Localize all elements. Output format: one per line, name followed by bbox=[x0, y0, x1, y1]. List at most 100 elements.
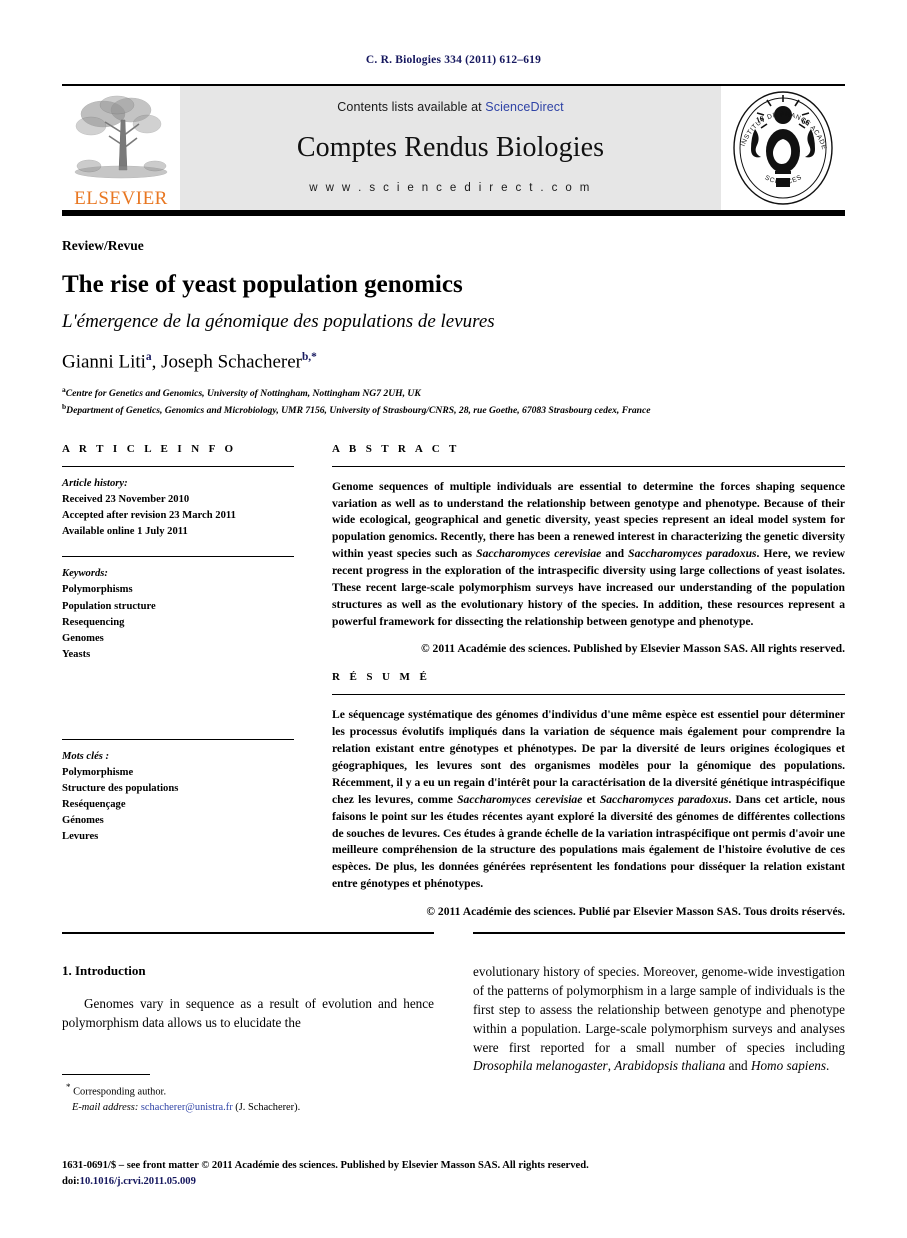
abstract-copyright: © 2011 Académie des sciences. Published … bbox=[420, 642, 845, 656]
resume-part-2: . Dans cet article, nous faisons le poin… bbox=[332, 792, 845, 891]
abstract-species-1: Saccharomyces cerevisiae bbox=[476, 547, 602, 561]
mot-cle-item: Génomes bbox=[62, 815, 104, 827]
keyword-item: Yeasts bbox=[62, 648, 91, 660]
resume-text: Le séquencage systématique des génomes d… bbox=[332, 707, 845, 893]
keyword-item: Population structure bbox=[62, 600, 156, 612]
right-species-3: Homo sapiens bbox=[750, 1058, 827, 1074]
info-abstract-area: A R T I C L E I N F O Article history: R… bbox=[62, 443, 845, 918]
masthead-body: ELSEVIER Contents lists available at Sci… bbox=[62, 86, 845, 210]
elsevier-logo: ELSEVIER bbox=[62, 86, 180, 210]
doi-prefix: doi: bbox=[62, 1176, 80, 1188]
abstract-column: A B S T R A C T Genome sequences of mult… bbox=[320, 443, 845, 918]
journal-title: Comptes Rendus Biologies bbox=[296, 132, 605, 163]
contents-panel: Contents lists available at ScienceDirec… bbox=[180, 86, 721, 210]
footnote-rule bbox=[62, 1074, 150, 1075]
abstract-species-2: Saccharomyces paradoxus bbox=[628, 547, 757, 561]
author-2-affiliation-marker: b,* bbox=[301, 351, 317, 364]
keyword-item: Genomes bbox=[62, 632, 104, 644]
affiliation-b-text: Department of Genetics, Genomics and Mic… bbox=[66, 404, 651, 416]
keywords-title: Keywords: bbox=[62, 568, 108, 580]
abstract-mid-1: and bbox=[601, 547, 629, 561]
affiliation-b: bDepartment of Genetics, Genomics and Mi… bbox=[62, 402, 845, 418]
resume-block: R É S U M É Le séquencage systématique d… bbox=[332, 671, 845, 918]
footnote-star-marker: * bbox=[66, 1082, 71, 1092]
author-separator: , bbox=[151, 351, 162, 373]
article-info-rule bbox=[62, 466, 294, 467]
masthead-bottom-rule bbox=[62, 210, 845, 216]
article-history-group: Article history: Received 23 November 20… bbox=[62, 476, 320, 540]
imprint-block: 1631-0691/$ – see front matter © 2011 Ac… bbox=[62, 1158, 845, 1191]
article-info-column: A R T I C L E I N F O Article history: R… bbox=[62, 443, 320, 918]
doi-link[interactable]: 10.1016/j.crvi.2011.05.009 bbox=[80, 1176, 196, 1187]
section-heading-introduction: 1. Introduction bbox=[62, 963, 146, 978]
author-name-1: Gianni Liti bbox=[62, 351, 146, 373]
contents-prefix: Contents lists available at bbox=[337, 100, 486, 114]
mot-cle-item: Levures bbox=[62, 831, 99, 843]
body-rule-right bbox=[473, 932, 845, 934]
right-species-2: Arabidopsis thaliana bbox=[614, 1058, 726, 1074]
article-info-heading: A R T I C L E I N F O bbox=[62, 443, 237, 455]
resume-rule bbox=[332, 694, 845, 696]
journal-masthead: ELSEVIER Contents lists available at Sci… bbox=[62, 84, 845, 216]
resume-part-1: Le séquencage systématique des génomes d… bbox=[332, 708, 845, 806]
running-head: C. R. Biologies 334 (2011) 612–619 bbox=[365, 54, 542, 66]
article-type-label: Review/Revue bbox=[62, 238, 144, 253]
title-block: Review/Revue The rise of yeast populatio… bbox=[62, 238, 845, 418]
right-mid-2: and bbox=[725, 1058, 751, 1074]
resume-species-1: Saccharomyces cerevisiae bbox=[457, 792, 583, 806]
keywords-rule bbox=[62, 556, 294, 558]
resume-copyright: © 2011 Académie des sciences. Publié par… bbox=[426, 904, 845, 918]
body-columns: 1. Introduction Genomes vary in sequence… bbox=[62, 963, 845, 1076]
affiliation-a-text: Centre for Genetics and Genomics, Univer… bbox=[65, 388, 421, 400]
abstract-text: Genome sequences of multiple individuals… bbox=[332, 479, 845, 631]
corresponding-author-footnote: * Corresponding author. E-mail address: … bbox=[62, 1074, 434, 1116]
front-matter-line: 1631-0691/$ – see front matter © 2011 Ac… bbox=[62, 1160, 589, 1171]
right-part-1: evolutionary history of species. Moreove… bbox=[473, 964, 845, 1055]
paper-page: C. R. Biologies 334 (2011) 612–619 ELSEV… bbox=[0, 0, 907, 1238]
email-address-label: E-mail address: bbox=[72, 1102, 139, 1114]
history-accepted: Accepted after revision 23 March 2011 bbox=[62, 510, 236, 522]
mot-cle-item: Polymorphisme bbox=[62, 767, 134, 779]
mots-cles-group: Mots clés : Polymorphisme Structure des … bbox=[62, 749, 320, 846]
keywords-group: Keywords: Polymorphisms Population struc… bbox=[62, 566, 320, 663]
author-list: Gianni Litia, Joseph Schachererb,* bbox=[62, 351, 845, 373]
academy-seal: 16 66 INSTITUT DE FRANCE ACADEMIE DES SC… bbox=[721, 86, 845, 210]
elsevier-wordmark: ELSEVIER bbox=[74, 188, 168, 209]
affiliation-a: aCentre for Genetics and Genomics, Unive… bbox=[62, 385, 845, 401]
mots-cles-title: Mots clés : bbox=[62, 750, 110, 762]
email-link[interactable]: schacherer@unistra.fr bbox=[141, 1102, 233, 1113]
resume-heading: R É S U M É bbox=[332, 671, 431, 684]
elsevier-tree-icon bbox=[74, 95, 168, 179]
doi-line: doi:10.1016/j.crvi.2011.05.009 bbox=[62, 1174, 845, 1190]
body-divider-rules bbox=[62, 932, 845, 934]
resume-species-2: Saccharomyces paradoxus bbox=[599, 792, 729, 806]
keyword-item: Resequencing bbox=[62, 616, 125, 628]
mot-cle-item: Reséquençage bbox=[62, 799, 126, 811]
history-received: Received 23 November 2010 bbox=[62, 494, 190, 506]
author-name-2: Joseph Schacherer bbox=[161, 351, 302, 373]
contents-available-line: Contents lists available at ScienceDirec… bbox=[337, 100, 563, 114]
intro-paragraph-right: evolutionary history of species. Moreove… bbox=[473, 963, 845, 1076]
sciencedirect-link[interactable]: ScienceDirect bbox=[485, 100, 563, 114]
footnote-corresponding-text: Corresponding author. bbox=[73, 1086, 167, 1098]
resume-mid-1: et bbox=[582, 792, 600, 806]
history-online: Available online 1 July 2011 bbox=[62, 526, 188, 538]
intro-paragraph-left: Genomes vary in sequence as a result of … bbox=[62, 996, 434, 1030]
right-species-1: Drosophila melanogaster bbox=[473, 1058, 608, 1074]
footnote-corresponding-line: * Corresponding author. bbox=[62, 1081, 434, 1100]
mot-cle-item: Structure des populations bbox=[62, 783, 179, 795]
body-column-right: evolutionary history of species. Moreove… bbox=[473, 963, 845, 1076]
page-title: The rise of yeast population genomics bbox=[62, 270, 463, 298]
keyword-item: Polymorphisms bbox=[62, 584, 133, 596]
institut-de-france-seal-icon: 16 66 INSTITUT DE FRANCE ACADEMIE DES SC… bbox=[731, 89, 833, 205]
abstract-heading: A B S T R A C T bbox=[332, 443, 460, 455]
body-column-left: 1. Introduction Genomes vary in sequence… bbox=[62, 963, 434, 1076]
mots-cles-rule bbox=[62, 738, 294, 740]
email-owner: (J. Schacherer). bbox=[235, 1102, 301, 1114]
abstract-rule bbox=[332, 466, 845, 467]
right-part-2: . bbox=[826, 1058, 830, 1074]
article-history-title: Article history: bbox=[62, 478, 128, 489]
article-subtitle: L'émergence de la génomique des populati… bbox=[62, 311, 495, 333]
body-rule-left bbox=[62, 932, 434, 934]
sciencedirect-url[interactable]: w w w . s c i e n c e d i r e c t . c o … bbox=[309, 182, 591, 194]
